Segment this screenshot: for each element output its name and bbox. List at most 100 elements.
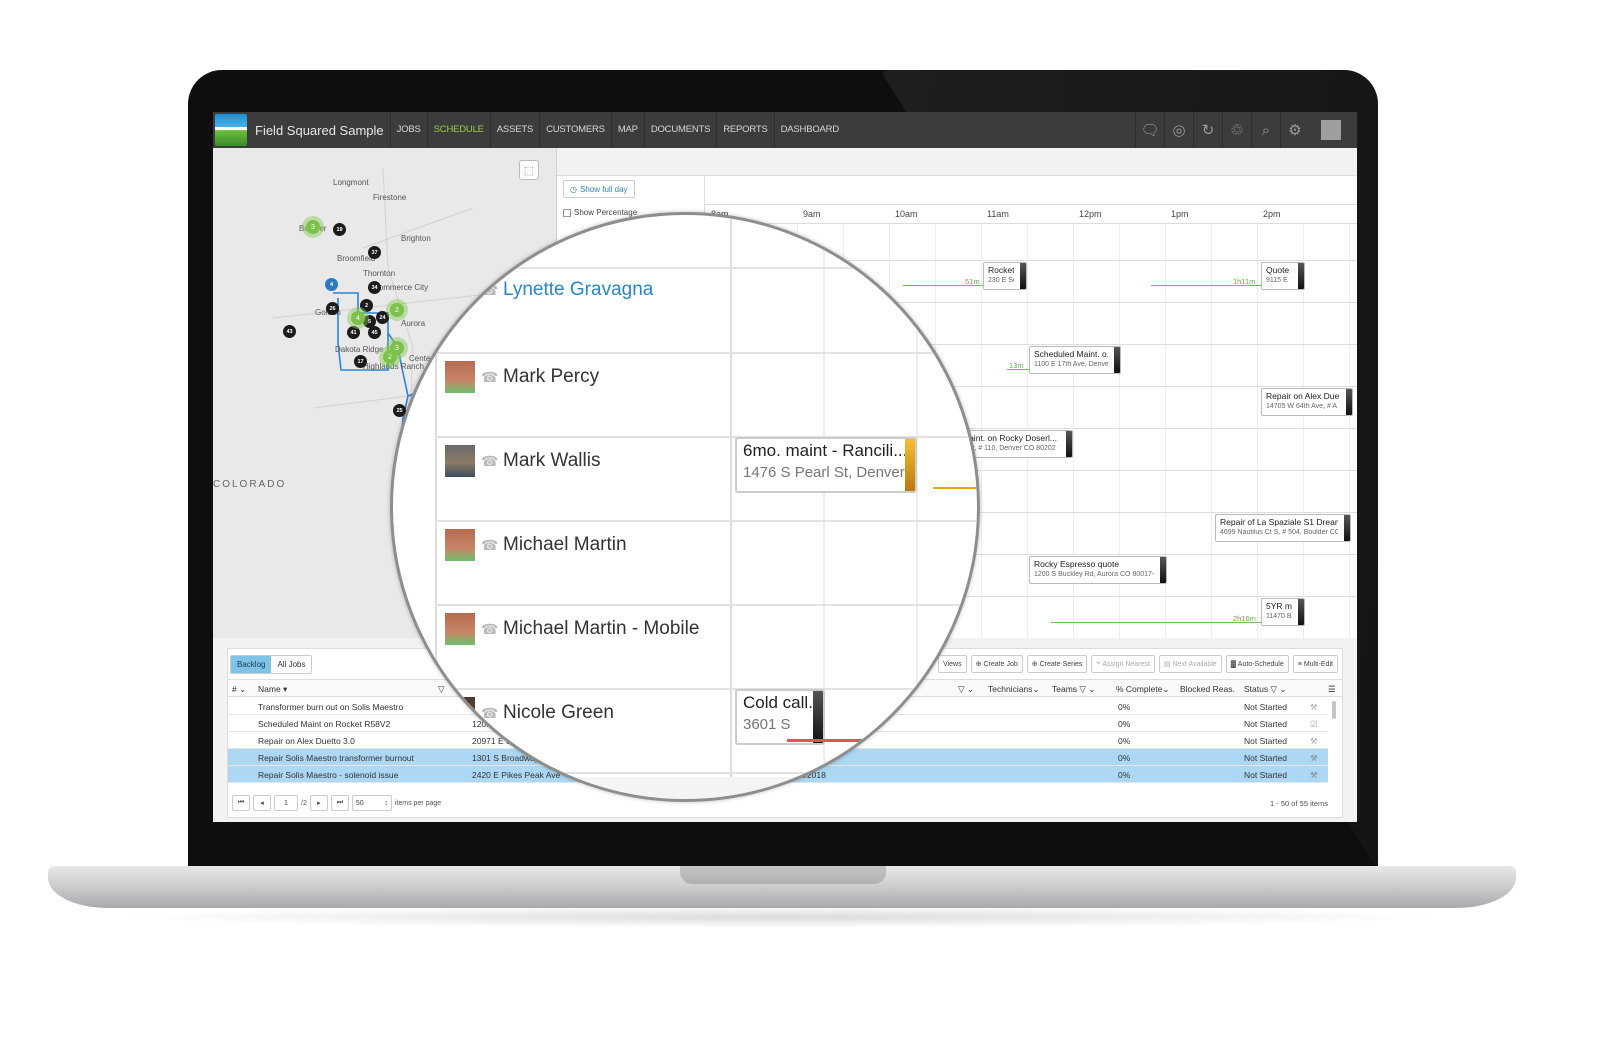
auto-schedule-button[interactable]: ▓ Auto-Schedule <box>1225 655 1289 673</box>
technician-name[interactable]: Mark Percy <box>503 366 599 388</box>
grid-scrollbar[interactable] <box>1332 701 1336 719</box>
user-avatar[interactable] <box>1321 120 1341 140</box>
gear-icon[interactable]: ⚙ <box>1280 112 1309 148</box>
technician-row[interactable]: ☎ Nicole Green <box>445 697 614 729</box>
hour-label: 1pm <box>1171 209 1189 219</box>
job-card[interactable]: Repair of La Spaziale S1 Dream 4699 Naut… <box>1215 514 1351 542</box>
map-label: Longmont <box>333 178 369 187</box>
travel-time: 1h11m <box>1233 277 1256 286</box>
map-pin[interactable]: 45 <box>368 326 381 339</box>
map-pin[interactable]: 19 <box>333 223 346 236</box>
create-series-button[interactable]: ⊕ Create Series <box>1026 655 1088 673</box>
col-name[interactable]: Name ▾ <box>258 684 287 695</box>
technician-row[interactable]: ☎ Michael Martin - Mobile <box>445 613 699 645</box>
travel-line <box>933 487 977 489</box>
app-logo[interactable] <box>215 114 247 146</box>
help-lifebuoy-icon[interactable]: ◎ <box>1164 112 1193 148</box>
avatar <box>445 697 475 729</box>
col-technicians[interactable]: Technicians⌄ <box>988 684 1040 695</box>
magnifier-lens: ☎ Lynette Gravagna ☎ Mark Percy ☎ Mark W… <box>390 212 980 802</box>
map-label: Firestone <box>373 193 407 202</box>
col-blocked-reason[interactable]: Blocked Reas. <box>1180 684 1235 694</box>
next-page-button[interactable]: ▸ <box>309 795 328 811</box>
page-size-select[interactable]: 50 ↕ <box>351 795 392 811</box>
technician-name[interactable]: Lynette Gravagna <box>503 279 653 301</box>
tab-backlog[interactable]: Backlog <box>231 656 272 673</box>
job-card[interactable]: Rocky Espresso quote 1200 S Buckley Rd, … <box>1029 556 1167 584</box>
layers-icon[interactable]: ⬚ <box>519 160 539 180</box>
checklist-icon[interactable]: ☑ <box>1310 719 1318 730</box>
col-number[interactable]: # ⌄ <box>232 684 246 695</box>
travel-time: 2h16m <box>1233 614 1256 623</box>
job-card-magnified[interactable]: Cold call... 3601 S <box>735 689 825 745</box>
last-page-button[interactable]: ⏭ <box>330 795 349 811</box>
next-available-button[interactable]: ▤ Next Available <box>1158 655 1222 673</box>
job-card[interactable]: Scheduled Maint. o... 1100 E 17th Ave, D… <box>1029 346 1121 374</box>
nav-assets[interactable]: ASSETS <box>489 112 539 148</box>
map-pin[interactable]: 17 <box>354 355 367 368</box>
map-pin[interactable]: 34 <box>368 281 381 294</box>
page-input[interactable]: 1 <box>274 795 298 811</box>
hour-label: 2pm <box>1263 209 1281 219</box>
wrench-icon[interactable]: ⚒ <box>1310 702 1318 713</box>
col-status[interactable]: Status ▽ ⌄ <box>1244 684 1287 695</box>
show-full-day-label: Show full day <box>579 184 628 194</box>
map-pin[interactable]: 26 <box>326 302 339 315</box>
assign-nearest-button[interactable]: ⌖ Assign Nearest <box>1091 655 1155 673</box>
technician-row[interactable]: ☎ Mark Wallis <box>445 445 600 477</box>
tab-all-jobs[interactable]: All Jobs <box>271 656 312 673</box>
first-page-button[interactable]: ⏮ <box>232 795 250 811</box>
search-icon[interactable]: ⌕ <box>1251 112 1280 148</box>
show-full-day-button[interactable]: ◷ Show full day <box>563 180 635 198</box>
map-pin[interactable]: 43 <box>283 325 296 338</box>
job-card-magnified[interactable]: 6mo. maint - Rancili... 1476 S Pearl St,… <box>735 437 917 493</box>
wrench-icon[interactable]: ⚒ <box>1310 753 1318 764</box>
items-per-page-label: items per page <box>394 799 442 807</box>
technician-row[interactable]: ☎ Michael Martin <box>445 529 627 561</box>
job-card[interactable]: Quote o... 9115 E <box>1261 262 1305 290</box>
wrench-icon[interactable]: ⚒ <box>1310 770 1318 781</box>
avatar <box>445 529 475 561</box>
col-teams[interactable]: Teams ▽ ⌄ <box>1052 684 1095 695</box>
phone-icon: ☎ <box>481 452 499 469</box>
refresh-icon[interactable]: ↻ <box>1193 112 1222 148</box>
job-card[interactable]: 5YR mai... 11470 Bla <box>1261 598 1305 626</box>
avatar <box>445 613 475 645</box>
clock-icon: ◷ <box>570 184 577 194</box>
hour-label: 11am <box>987 209 1009 219</box>
technician-name[interactable]: Nicole Green <box>503 702 614 724</box>
create-job-button[interactable]: ⊕ Create Job <box>970 655 1023 673</box>
technician-name[interactable]: Mark Wallis <box>503 450 600 472</box>
nav-customers[interactable]: CUSTOMERS <box>539 112 611 148</box>
phone-icon: ☎ <box>481 368 499 385</box>
crosshair-icon: ⌖ <box>1096 660 1101 667</box>
prev-page-button[interactable]: ◂ <box>253 795 271 811</box>
wrench-icon[interactable]: ⚒ <box>1310 736 1318 747</box>
chat-icon[interactable]: 🗨 <box>1135 112 1164 148</box>
technician-row[interactable]: ☎ Mark Percy <box>445 361 599 393</box>
travel-time: 13m <box>1009 361 1024 370</box>
col-percent-complete[interactable]: % Complete⌄ <box>1116 684 1169 695</box>
technician-name[interactable]: Michael Martin <box>503 534 627 556</box>
nav-jobs[interactable]: JOBS <box>389 112 427 148</box>
map-cluster[interactable]: 4 <box>347 307 369 329</box>
map-cluster[interactable]: 3 <box>302 216 324 238</box>
nav-schedule[interactable]: SCHEDULE <box>426 112 490 148</box>
map-pin-blue[interactable]: 4 <box>325 278 338 291</box>
magnifier-bottom-edge <box>393 777 977 799</box>
job-card[interactable]: Repair on Alex Due... 14705 W 64th Ave, … <box>1261 388 1353 416</box>
recycle-icon[interactable]: ♲ <box>1222 112 1251 148</box>
map-pin[interactable]: 37 <box>368 246 381 259</box>
nav-dashboard[interactable]: DASHBOARD <box>773 112 845 148</box>
technician-name[interactable]: Michael Martin - Mobile <box>503 618 699 640</box>
column-menu-icon[interactable]: ☰ <box>1328 684 1336 695</box>
nav-documents[interactable]: DOCUMENTS <box>643 112 716 148</box>
nav-reports[interactable]: REPORTS <box>716 112 773 148</box>
avatar <box>445 445 475 477</box>
technician-row[interactable]: ☎ Lynette Gravagna <box>445 279 653 301</box>
job-card[interactable]: Rocket ... 230 E Sou <box>983 262 1027 290</box>
nav-map[interactable]: MAP <box>610 112 644 148</box>
plus-icon: ⊕ <box>1031 661 1038 668</box>
laptop-mockup: Field Squared Sample JOBS SCHEDULE ASSET… <box>0 0 1598 1064</box>
multi-edit-button[interactable]: ≡ Multi-Edit <box>1292 655 1338 673</box>
